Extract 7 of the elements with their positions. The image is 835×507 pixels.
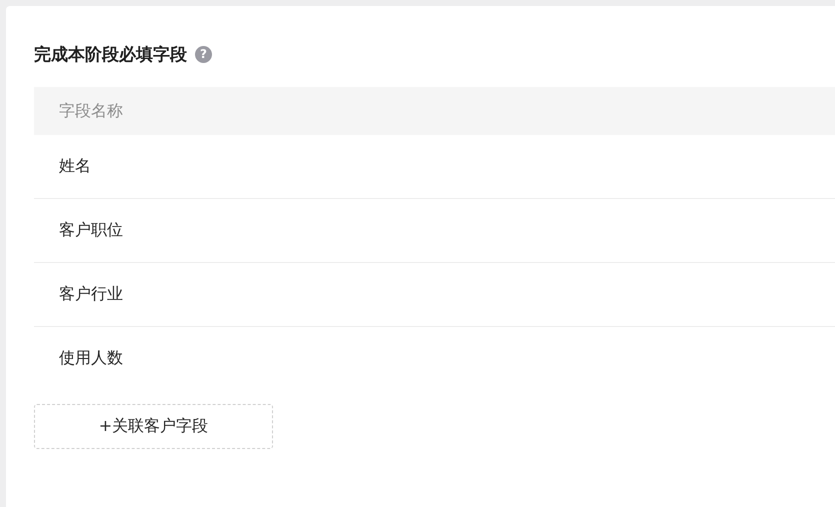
add-field-button[interactable]: +关联客户字段: [34, 404, 273, 449]
table-cell-text: 使用人数: [58, 347, 124, 369]
table-cell: 客户行业: [34, 263, 835, 327]
table-cell: 姓名: [34, 135, 835, 199]
column-header: 字段名称: [34, 87, 835, 135]
table-cell: 客户职位: [34, 199, 835, 263]
section-title: 完成本阶段必填字段: [34, 44, 187, 66]
